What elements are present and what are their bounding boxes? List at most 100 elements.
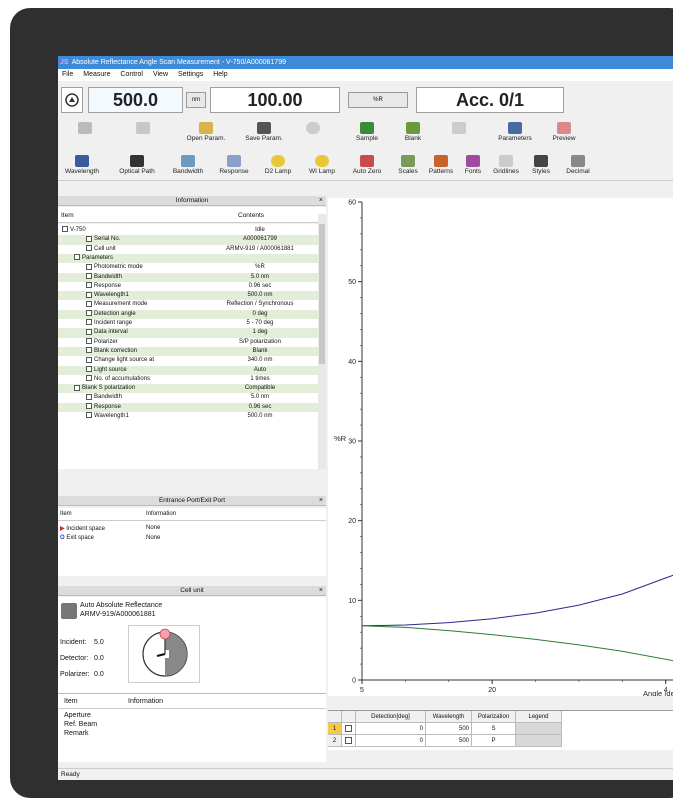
menu-view[interactable]: View bbox=[153, 71, 168, 78]
menu-help[interactable]: Help bbox=[213, 71, 227, 78]
table-row[interactable]: Serial No. A000061799 bbox=[58, 235, 318, 245]
optical-path-button[interactable]: Optical Path bbox=[112, 155, 162, 175]
column-item[interactable]: Item bbox=[60, 511, 72, 517]
table-row[interactable]: No. of accumulations 1 times bbox=[58, 375, 318, 384]
document-icon bbox=[86, 347, 92, 354]
legend-cell[interactable] bbox=[516, 735, 562, 747]
table-row[interactable]: Blank S polarization Compatible bbox=[58, 384, 318, 394]
column-polarization[interactable]: Polarization bbox=[472, 711, 516, 723]
preview-button[interactable]: Preview bbox=[544, 122, 584, 142]
row-value: Blank bbox=[252, 347, 268, 354]
row-name: Detection angle bbox=[86, 310, 136, 319]
wi-lamp-button[interactable]: WI Lamp bbox=[303, 155, 341, 175]
table-row[interactable]: Measurement mode Reflection / Synchronous bbox=[58, 300, 318, 309]
cell-panel-header: Cell unit × bbox=[58, 586, 326, 596]
menu-control[interactable]: Control bbox=[120, 71, 143, 78]
cancel-button[interactable] bbox=[298, 122, 328, 135]
row-name: Bandwidth bbox=[86, 272, 122, 282]
row-value: 0.96 sec bbox=[248, 282, 272, 289]
response-button[interactable]: Response bbox=[214, 155, 254, 175]
column-item[interactable]: Item bbox=[61, 212, 74, 219]
column-wavelength[interactable]: Wavelength bbox=[426, 711, 472, 723]
row-index[interactable]: 2 bbox=[328, 735, 342, 747]
row-checkbox[interactable] bbox=[342, 735, 356, 747]
styles-icon bbox=[534, 155, 548, 167]
document-icon bbox=[86, 365, 92, 372]
table-row[interactable]: Blank correction Blank bbox=[58, 346, 318, 357]
row-checkbox[interactable] bbox=[342, 723, 356, 735]
list-item[interactable]: ▶ Incident space bbox=[60, 525, 105, 532]
reflectance-chart[interactable]: 01020304050605204%RAngle [deg] bbox=[328, 198, 673, 698]
table-row[interactable]: Data interval 1 deg bbox=[58, 328, 318, 338]
column-contents[interactable]: Contents bbox=[238, 212, 264, 219]
list-item[interactable]: O Exit space bbox=[60, 535, 94, 541]
calc-button[interactable] bbox=[128, 122, 158, 135]
legend-cell[interactable] bbox=[516, 723, 562, 735]
table-row[interactable]: V-750 Idle bbox=[58, 226, 318, 235]
patterns-button[interactable]: Patterns bbox=[424, 155, 458, 175]
close-icon[interactable]: × bbox=[319, 496, 323, 506]
polarizer-angle-value: 0.0 bbox=[94, 671, 104, 678]
wavelength-button[interactable]: Wavelength bbox=[58, 155, 106, 175]
information-scrollbar[interactable] bbox=[318, 214, 326, 469]
detector-angle-value: 0.0 bbox=[94, 655, 104, 662]
table-row[interactable]: Photometric mode %R bbox=[58, 263, 318, 272]
table-row[interactable]: Bandwidth 5.0 nm bbox=[58, 272, 318, 282]
close-icon[interactable]: × bbox=[319, 196, 323, 206]
instrument-status-icon[interactable] bbox=[61, 87, 83, 113]
menu-settings[interactable]: Settings bbox=[178, 71, 203, 78]
column-detection[interactable]: Detection[deg] bbox=[356, 711, 426, 723]
parameters-button[interactable]: Parameters bbox=[490, 122, 540, 142]
document-icon bbox=[86, 291, 92, 298]
table-row[interactable]: Incident range 5 - 70 deg bbox=[58, 319, 318, 328]
d2-lamp-button[interactable]: D2 Lamp bbox=[258, 155, 298, 175]
table-row[interactable]: Detection angle 0 deg bbox=[58, 309, 318, 319]
save-param-button[interactable]: Save Param. bbox=[236, 122, 292, 142]
menu-measure[interactable]: Measure bbox=[83, 71, 110, 78]
table-row[interactable]: Bandwidth 5.0 nm bbox=[58, 393, 318, 402]
document-icon bbox=[86, 310, 92, 317]
document-icon bbox=[86, 338, 92, 345]
gridlines-button[interactable]: Gridlines bbox=[488, 155, 524, 175]
column-information[interactable]: Information bbox=[146, 511, 176, 517]
styles-button[interactable]: Styles bbox=[526, 155, 556, 175]
column-information[interactable]: Information bbox=[128, 698, 163, 705]
close-icon[interactable]: × bbox=[319, 586, 323, 596]
menu-file[interactable]: File bbox=[62, 71, 73, 78]
table-row[interactable]: Wavelength1 500.0 nm bbox=[58, 412, 318, 421]
table-row[interactable]: Change light source at 340.0 nm bbox=[58, 356, 318, 365]
column-legend[interactable]: Legend bbox=[516, 711, 562, 723]
table-row[interactable]: Parameters bbox=[58, 253, 318, 264]
table-row[interactable]: Response 0.96 sec bbox=[58, 282, 318, 291]
blank-button[interactable]: Blank bbox=[396, 122, 430, 142]
save-data-button[interactable] bbox=[70, 122, 100, 135]
bandwidth-icon bbox=[181, 155, 195, 167]
table-row[interactable]: Cell unit ARMV-919 / A000061881 bbox=[58, 245, 318, 254]
auto-zero-icon bbox=[360, 155, 374, 167]
print-button[interactable] bbox=[444, 122, 474, 135]
open-param-button[interactable]: Open Param. bbox=[178, 122, 234, 142]
row-name: Incident range bbox=[86, 319, 132, 328]
column-item[interactable]: Item bbox=[64, 698, 78, 705]
row-name: Cell unit bbox=[86, 245, 116, 254]
y-tick-label: 40 bbox=[348, 359, 356, 366]
row-name: Response bbox=[86, 403, 121, 412]
bandwidth-button[interactable]: Bandwidth bbox=[166, 155, 210, 175]
row-value: 500.0 nm bbox=[247, 292, 273, 299]
row-value: A000061799 bbox=[242, 236, 278, 243]
disk-icon bbox=[78, 122, 92, 134]
fonts-button[interactable]: Fonts bbox=[460, 155, 486, 175]
sample-button[interactable]: Sample bbox=[350, 122, 384, 142]
table-row[interactable]: Polarizer S/P polarization bbox=[58, 338, 318, 347]
auto-zero-button[interactable]: Auto Zero bbox=[348, 155, 386, 175]
decimal-button[interactable]: Decimal bbox=[558, 155, 598, 175]
table-row[interactable]: Response 0.96 sec bbox=[58, 402, 318, 412]
document-icon bbox=[86, 235, 92, 242]
scales-button[interactable]: Scales bbox=[394, 155, 422, 175]
table-row[interactable]: Wavelength1 500.0 nm bbox=[58, 291, 318, 301]
table-row[interactable]: Light source Auto bbox=[58, 365, 318, 375]
row-index[interactable]: 1 bbox=[328, 723, 342, 735]
app-icon: JS bbox=[60, 59, 69, 66]
value-unit: %R bbox=[348, 92, 408, 108]
ports-table: Item Information ▶ Incident space None O… bbox=[58, 508, 326, 576]
